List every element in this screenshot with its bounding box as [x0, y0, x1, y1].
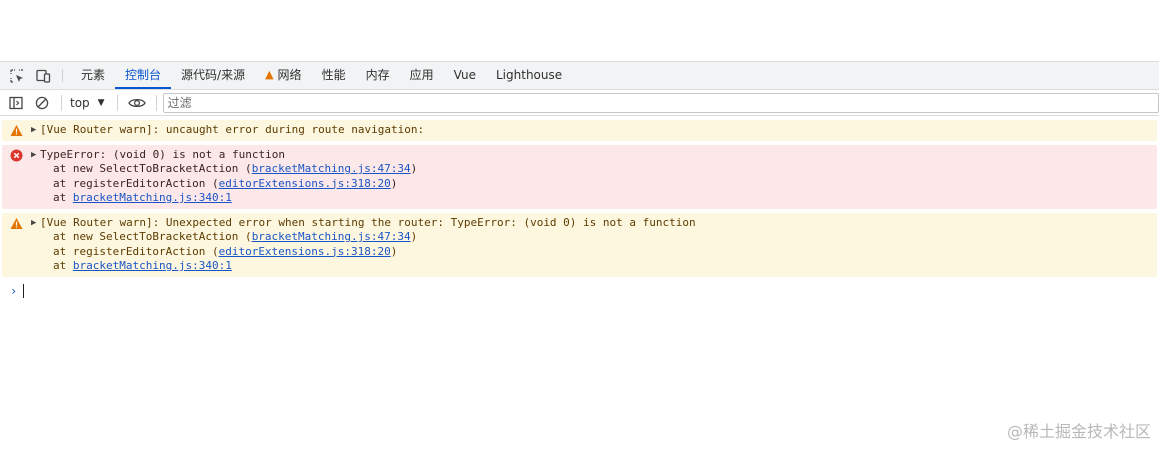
stack-frame-prefix: at registerEditorAction (	[53, 176, 219, 190]
filter-box	[162, 92, 1159, 113]
tab-1[interactable]: 控制台	[115, 62, 172, 89]
tab-2[interactable]: 源代码/来源	[171, 62, 255, 89]
tab-label: 控制台	[125, 68, 162, 82]
device-toolbar-icon[interactable]	[30, 62, 56, 89]
expand-triangle-icon[interactable]: ▶	[31, 123, 36, 138]
stack-frame-prefix: at	[53, 191, 73, 204]
toolbar-divider	[155, 94, 157, 111]
source-link[interactable]: bracketMatching.js:340:1	[73, 191, 232, 204]
stack-frame-suffix: )	[390, 176, 398, 190]
stack-frame: at registerEditorAction (editorExtension…	[40, 245, 1157, 260]
stack-frame-prefix: at	[53, 259, 73, 272]
panel-tabs: 元素 控制台 源代码/来源 ▲ 网络 性能 内存 应用 Vue Lighthouse	[71, 62, 572, 89]
page-top-area	[0, 0, 1159, 61]
context-selector-label: top	[70, 95, 90, 110]
source-link[interactable]: bracketMatching.js:47:34	[252, 230, 411, 243]
warning-icon	[10, 217, 23, 229]
tab-7[interactable]: Vue	[444, 62, 486, 89]
tab-label: 内存	[365, 68, 390, 82]
message-text: [Vue Router warn]: uncaught error during…	[40, 123, 1157, 138]
stack-frame: at registerEditorAction (editorExtension…	[40, 177, 1157, 192]
text-caret	[23, 283, 25, 298]
source-link[interactable]: editorExtensions.js:318:20	[219, 245, 391, 258]
warning-message: ▶ [Vue Router warn]: uncaught error durin…	[2, 120, 1157, 141]
stack-frame-suffix: )	[410, 230, 418, 243]
warning-icon	[10, 125, 23, 136]
message-text: TypeError: (void 0) is not a function	[40, 148, 1157, 163]
toolbar-divider	[62, 69, 63, 82]
source-link[interactable]: bracketMatching.js:47:34	[252, 162, 411, 175]
console-prompt[interactable]: ›	[0, 281, 1159, 301]
stack-frame: at new SelectToBracketAction (bracketMat…	[40, 162, 1157, 177]
warning-message: ▶ [Vue Router warn]: Unexpected error whe…	[2, 212, 1157, 277]
tab-4[interactable]: 性能	[312, 62, 356, 89]
error-message: ▶ TypeError: (void 0) is not a function at…	[2, 144, 1157, 209]
stack-frame: at new SelectToBracketAction (bracketMat…	[40, 230, 1157, 245]
toolbar-divider	[61, 94, 62, 111]
tab-label: Lighthouse	[496, 67, 563, 82]
stack-frame-suffix: )	[410, 162, 418, 175]
source-link[interactable]: editorExtensions.js:318:20	[219, 177, 391, 190]
source-link[interactable]: bracketMatching.js:340:1	[73, 259, 232, 272]
stack-frame-prefix: at new SelectToBracketAction (	[53, 230, 252, 243]
warning-icon: ▲	[265, 68, 274, 81]
chevron-down-icon: ▼	[97, 97, 105, 108]
tab-label: 源代码/来源	[181, 68, 246, 82]
inspect-element-icon[interactable]	[4, 62, 30, 89]
console-toolbar: top ▼	[0, 90, 1159, 116]
watermark: @稀土掘金技术社区	[1006, 422, 1151, 441]
expand-triangle-icon[interactable]: ▶	[31, 216, 36, 231]
message-line-text: [Vue Router warn]: uncaught error during…	[40, 123, 425, 136]
toolbar-divider	[116, 94, 118, 111]
console-messages: ▶ [Vue Router warn]: uncaught error durin…	[0, 116, 1159, 277]
tab-5[interactable]: 内存	[356, 62, 400, 89]
tab-label: 元素	[81, 68, 106, 82]
tab-label: 性能	[321, 68, 346, 82]
stack-frame-prefix: at registerEditorAction (	[53, 244, 219, 258]
tab-6[interactable]: 应用	[400, 62, 444, 89]
message-line-text: [Vue Router warn]: Unexpected error when…	[40, 215, 696, 229]
error-icon	[10, 149, 23, 161]
context-selector[interactable]: top ▼	[68, 96, 111, 110]
stack-frame: at bracketMatching.js:340:1	[40, 191, 1157, 206]
devtools-tab-bar: 元素 控制台 源代码/来源 ▲ 网络 性能 内存 应用 Vue Lighthouse	[0, 61, 1159, 90]
tab-3[interactable]: ▲ 网络	[255, 62, 311, 89]
filter-input[interactable]	[167, 95, 1158, 110]
stack-frame-prefix: at new SelectToBracketAction (	[53, 162, 252, 175]
tab-label: 网络	[277, 68, 302, 82]
live-expression-eye-icon[interactable]	[124, 90, 150, 116]
message-line-text: TypeError: (void 0) is not a function	[40, 147, 286, 161]
clear-console-icon[interactable]	[29, 90, 55, 116]
stack-frame: at bracketMatching.js:340:1	[40, 259, 1157, 274]
stack-frame-suffix: )	[390, 244, 398, 258]
tab-label: Vue	[453, 67, 476, 82]
sidebar-toggle-icon[interactable]	[3, 90, 29, 116]
expand-triangle-icon[interactable]: ▶	[31, 148, 36, 163]
prompt-chevron-icon: ›	[10, 283, 18, 298]
tab-8[interactable]: Lighthouse	[486, 62, 572, 89]
tab-0[interactable]: 元素	[71, 62, 115, 89]
message-text: [Vue Router warn]: Unexpected error when…	[40, 216, 1157, 231]
tab-label: 应用	[409, 68, 434, 82]
